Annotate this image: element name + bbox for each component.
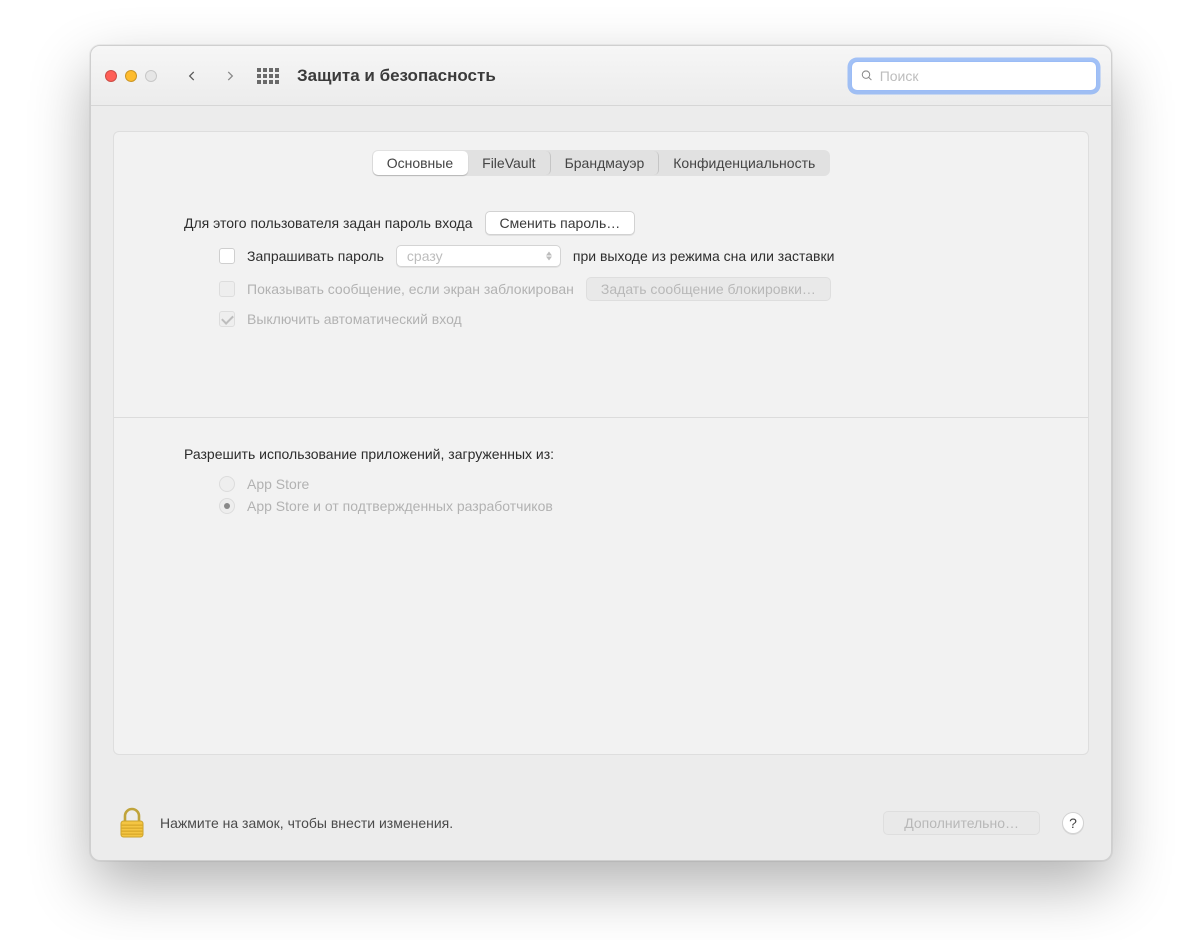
change-password-button[interactable]: Сменить пароль… (485, 211, 636, 235)
tab-bar: Основные FileVault Брандмауэр Конфиденци… (372, 150, 831, 176)
show-lock-message-checkbox (219, 281, 235, 297)
tab-privacy[interactable]: Конфиденциальность (659, 151, 829, 175)
tab-general[interactable]: Основные (373, 151, 468, 175)
chevron-right-icon (223, 69, 237, 83)
show-lock-message-label: Показывать сообщение, если экран заблоки… (247, 281, 574, 297)
allow-apps-section: Разрешить использование приложений, загр… (114, 418, 1088, 514)
popup-arrows-icon (546, 252, 552, 261)
lock-hint-text: Нажмите на замок, чтобы внести изменения… (160, 815, 869, 831)
close-window-button[interactable] (105, 70, 117, 82)
search-field[interactable] (851, 61, 1097, 91)
search-icon (860, 68, 874, 83)
require-password-checkbox[interactable] (219, 248, 235, 264)
back-button[interactable] (179, 63, 205, 89)
advanced-button[interactable]: Дополнительно… (883, 811, 1040, 835)
window-toolbar: Защита и безопасность (91, 46, 1111, 106)
help-button[interactable]: ? (1062, 812, 1084, 834)
window-footer: Нажмите на замок, чтобы внести изменения… (91, 785, 1111, 860)
minimize-window-button[interactable] (125, 70, 137, 82)
window-title: Защита и безопасность (297, 66, 496, 86)
login-section: Для этого пользователя задан пароль вход… (114, 176, 1088, 327)
window-content: Основные FileVault Брандмауэр Конфиденци… (91, 106, 1111, 773)
search-input[interactable] (880, 68, 1088, 84)
require-password-label: Запрашивать пароль (247, 248, 384, 264)
password-set-label: Для этого пользователя задан пароль вход… (184, 215, 473, 231)
traffic-lights (105, 70, 157, 82)
allow-apps-appstore-radio (219, 476, 235, 492)
forward-button (217, 63, 243, 89)
allow-apps-identified-radio (219, 498, 235, 514)
require-password-delay-value: сразу (407, 248, 443, 264)
require-password-suffix: при выходе из режима сна или заставки (573, 248, 835, 264)
tab-filevault[interactable]: FileVault (468, 151, 550, 175)
allow-apps-identified-label: App Store и от подтвержденных разработчи… (247, 498, 553, 514)
preferences-window: Защита и безопасность Основные FileVault… (90, 45, 1112, 861)
require-password-delay-popup: сразу (396, 245, 561, 267)
set-lock-message-button: Задать сообщение блокировки… (586, 277, 831, 301)
lock-icon (118, 807, 146, 839)
disable-autologin-label: Выключить автоматический вход (247, 311, 462, 327)
tab-firewall[interactable]: Брандмауэр (551, 151, 660, 175)
zoom-window-button (145, 70, 157, 82)
lock-button[interactable] (118, 807, 146, 839)
main-panel: Основные FileVault Брандмауэр Конфиденци… (113, 131, 1089, 755)
allow-apps-appstore-label: App Store (247, 476, 309, 492)
disable-autologin-checkbox (219, 311, 235, 327)
chevron-left-icon (185, 69, 199, 83)
allow-apps-heading: Разрешить использование приложений, загр… (184, 446, 1018, 462)
show-all-button[interactable] (257, 65, 279, 87)
